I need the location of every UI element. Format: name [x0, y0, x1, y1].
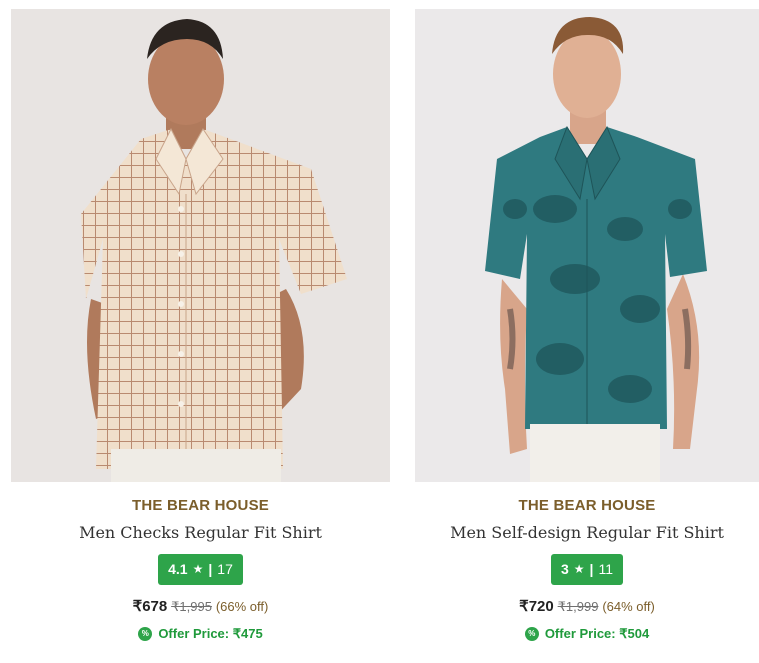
product-image[interactable] — [415, 9, 759, 482]
review-count: 17 — [217, 561, 233, 577]
rating-separator: | — [208, 561, 213, 577]
product-image[interactable] — [11, 9, 390, 482]
discount-percent: (66% off) — [215, 599, 269, 614]
mrp-price: ₹1,995 — [171, 599, 212, 614]
rating-separator: | — [589, 561, 594, 577]
mrp-price: ₹1,999 — [557, 599, 599, 614]
discount-percent: (64% off) — [602, 599, 655, 614]
discount-tag-icon: % — [138, 627, 153, 641]
rating-value: 3 — [560, 561, 569, 577]
product-card[interactable]: THE BEAR HOUSE Men Self-design Regular F… — [415, 9, 759, 649]
product-title[interactable]: Men Self-design Regular Fit Shirt — [415, 523, 759, 543]
offer-price-row: % Offer Price: ₹504 — [415, 626, 759, 642]
review-count: 11 — [598, 561, 614, 577]
rating-value: 4.1 — [168, 561, 188, 577]
offer-price: Offer Price: ₹475 — [158, 626, 263, 641]
offer-price-row: % Offer Price: ₹475 — [11, 626, 390, 642]
star-icon: ★ — [192, 562, 204, 576]
rating-badge: 3 ★ | 11 — [550, 554, 624, 585]
selling-price: ₹720 — [519, 598, 554, 615]
brand-name[interactable]: THE BEAR HOUSE — [415, 497, 759, 515]
offer-price: Offer Price: ₹504 — [544, 626, 650, 641]
selling-price: ₹678 — [132, 598, 168, 615]
brand-name[interactable]: THE BEAR HOUSE — [11, 497, 390, 515]
product-title[interactable]: Men Checks Regular Fit Shirt — [11, 523, 390, 543]
price-row: ₹678 ₹1,995 (66% off) — [11, 597, 390, 616]
price-row: ₹720 ₹1,999 (64% off) — [415, 597, 759, 616]
rating-badge: 4.1 ★ | 17 — [158, 554, 243, 585]
star-icon: ★ — [573, 562, 585, 576]
product-card[interactable]: THE BEAR HOUSE Men Checks Regular Fit Sh… — [11, 9, 390, 649]
product-grid: THE BEAR HOUSE Men Checks Regular Fit Sh… — [0, 0, 759, 663]
discount-tag-icon: % — [524, 627, 539, 641]
